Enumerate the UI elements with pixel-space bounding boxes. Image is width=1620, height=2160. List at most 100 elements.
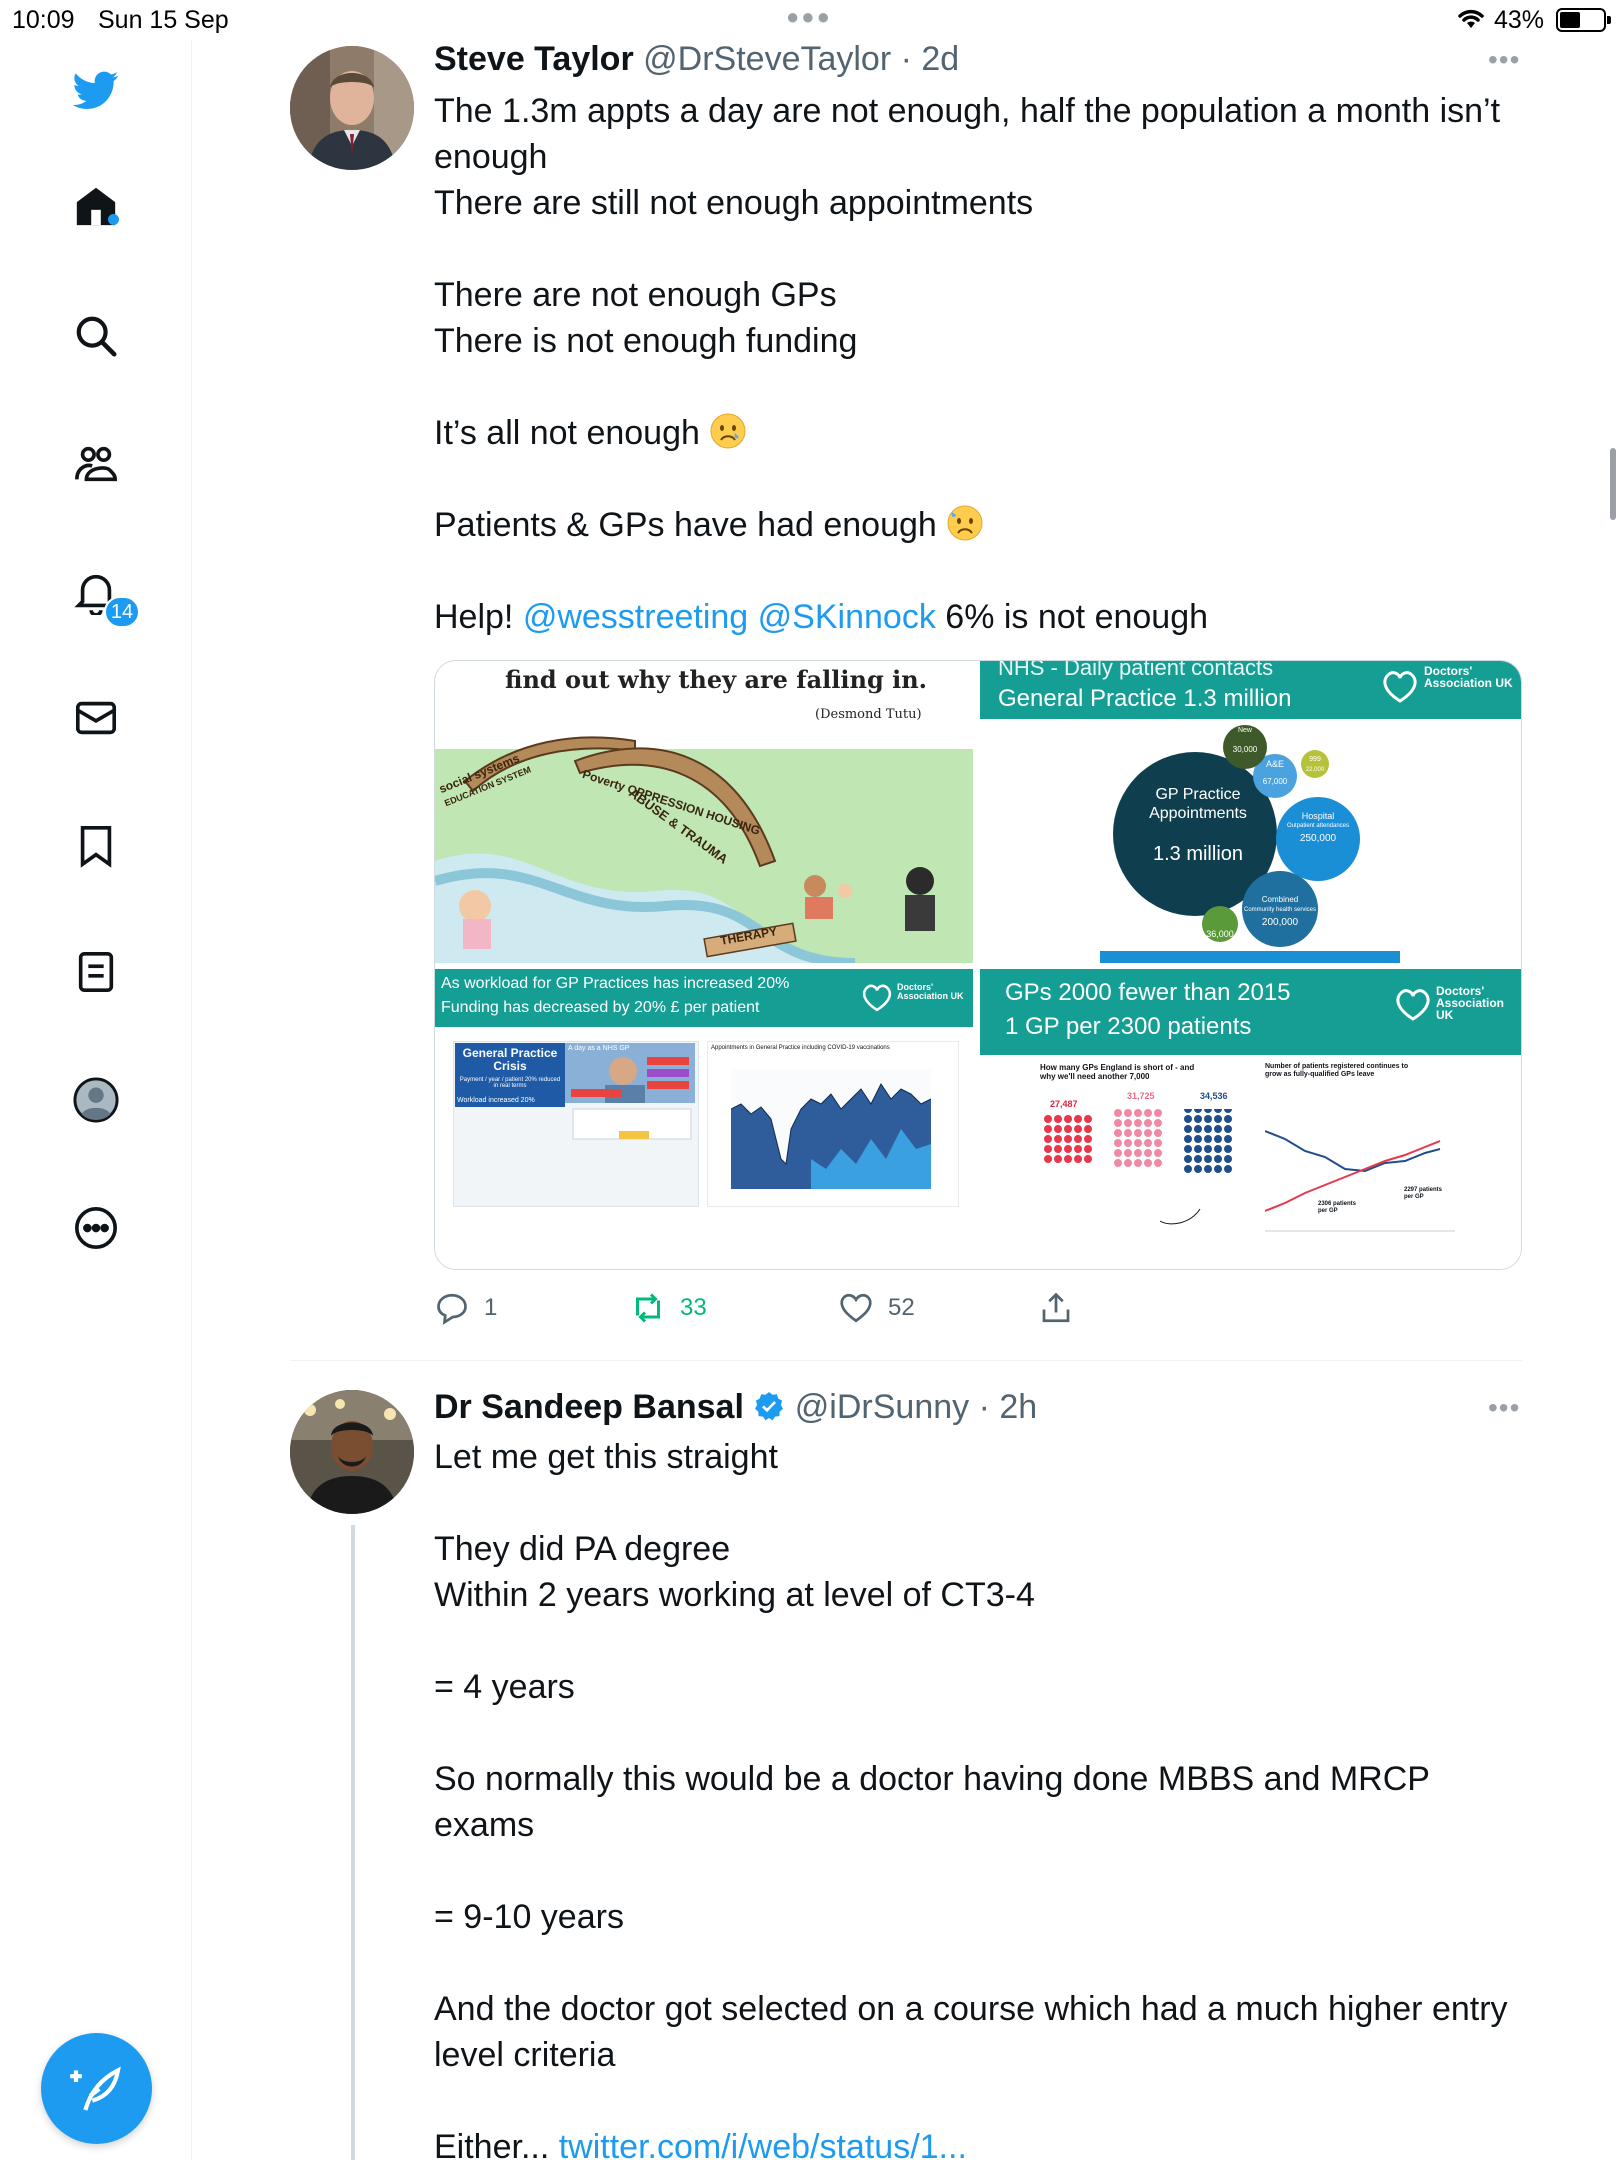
reply-button[interactable]: 1	[434, 1290, 497, 1326]
bubble-new-value: 30,000	[1232, 745, 1258, 754]
retweet-count: 33	[680, 1294, 707, 1321]
profile-icon[interactable]	[70, 1074, 122, 1126]
author-name[interactable]: Dr Sandeep Bansal	[434, 1388, 744, 1426]
tweet-line-link: Either... twitter.com/i/web/status/1...	[434, 2124, 1524, 2160]
verified-badge-icon	[753, 1390, 785, 1422]
reply-count: 1	[484, 1294, 498, 1321]
status-time: 10:09	[12, 6, 75, 34]
mention-link[interactable]: @wesstreeting	[523, 598, 748, 636]
lists-icon[interactable]	[70, 946, 122, 998]
tweet-header: Steve Taylor @DrSteveTaylor · 2d	[434, 40, 959, 79]
workload-line2: Funding has decreased by 20% £ per patie…	[441, 999, 760, 1016]
tweet-line: There are still not enough appointments	[434, 184, 1034, 222]
media-image-gp-shortage[interactable]: GPs 2000 fewer than 2015 1 GP per 2300 p…	[980, 969, 1521, 1269]
tweet-line: It’s all not enough	[434, 414, 700, 452]
thread-connector-line	[351, 1525, 355, 2160]
bubble-new-label: New	[1237, 727, 1252, 734]
tweet-more-options-icon[interactable]: •••	[1488, 44, 1520, 76]
tweet-line: = 4 years	[434, 1668, 575, 1706]
author-handle[interactable]: @iDrSunny	[795, 1388, 969, 1426]
dauk-heart-icon	[862, 984, 892, 1012]
bubble-community-sub: Community health services	[1243, 907, 1317, 913]
tweet-header: Dr Sandeep Bansal @iDrSunny · 2h	[434, 1388, 1037, 1427]
media-image-nhs-contacts[interactable]: NHS - Daily patient contacts General Pra…	[980, 661, 1521, 963]
scrollbar-thumb[interactable]	[1610, 448, 1616, 520]
compose-feather-icon	[69, 2066, 121, 2111]
patients-title: Number of patients registered continues …	[1265, 1063, 1409, 1078]
mention-link[interactable]: @SKinnock	[758, 598, 936, 636]
cartoon-quote: find out why they are falling in.	[505, 665, 928, 694]
bubble-hospital-label: Hospital	[1301, 811, 1335, 821]
avatar-sandeep-bansal[interactable]	[290, 1390, 414, 1514]
media-image-cartoon[interactable]: find out why they are falling in. (Desmo…	[435, 661, 973, 963]
author-name[interactable]: Steve Taylor	[434, 40, 634, 78]
status-date: Sun 15 Sep	[98, 6, 229, 34]
retweet-button[interactable]: 33	[630, 1290, 707, 1326]
twitter-logo-icon[interactable]	[70, 64, 122, 116]
gp-short-v2: 31,725	[1127, 1091, 1155, 1101]
tweet-time[interactable]: · 2d	[901, 40, 960, 78]
crying-face-emoji-icon	[709, 412, 747, 450]
status-link[interactable]: twitter.com/i/web/status/1...	[559, 2128, 967, 2160]
status-bar: 10:09 Sun 15 Sep ●●● 43%	[0, 0, 1620, 40]
dauk-name: Doctors' Association UK	[1436, 984, 1505, 1022]
nhs-title: NHS - Daily patient contacts	[998, 661, 1274, 680]
tweet-line: = 9-10 years	[434, 1898, 624, 1936]
share-button[interactable]	[1038, 1290, 1074, 1326]
gp-fewer-line1: GPs 2000 fewer than 2015	[1005, 979, 1291, 1006]
bookmarks-icon[interactable]	[70, 820, 122, 872]
tweet-line: The 1.3m appts a day are not enough, hal…	[434, 92, 1501, 176]
avatar-steve-taylor[interactable]	[290, 46, 414, 170]
compose-tweet-button[interactable]	[41, 2033, 152, 2144]
like-count: 52	[888, 1294, 915, 1321]
communities-icon[interactable]	[70, 438, 122, 490]
tweet-body: Let me get this straight They did PA deg…	[434, 1434, 1524, 2160]
wifi-icon	[1456, 6, 1486, 37]
messages-envelope-icon[interactable]	[70, 692, 122, 744]
tweet-body: The 1.3m appts a day are not enough, hal…	[434, 88, 1524, 640]
tweet-line: There are not enough GPs	[434, 276, 837, 314]
gp-short-v3: 34,536	[1200, 1091, 1228, 1101]
tweet-more-options-icon[interactable]: •••	[1488, 1392, 1520, 1424]
appt-chart-title: Appointments in General Practice includi…	[711, 1045, 890, 1051]
tweet-line: And the doctor got selected on a course …	[434, 1990, 1508, 2074]
tweet-line: Patients & GPs have had enough	[434, 506, 937, 544]
patients-label2: 2297 patients per GP	[1404, 1187, 1443, 1200]
tweet-line: They did PA degree	[434, 1530, 731, 1568]
dauk-heart-icon	[1396, 989, 1430, 1021]
either-text: Either...	[434, 2128, 550, 2160]
crisis-sub: Payment / year / patient 20% reduced in …	[459, 1077, 561, 1089]
help-suffix: 6% is not enough	[945, 598, 1209, 636]
bubble-hospital-sub: Outpatient attendances	[1286, 823, 1350, 829]
search-icon[interactable]	[70, 310, 122, 362]
tweet-time[interactable]: · 2h	[979, 1388, 1038, 1426]
tweet-media-grid[interactable]: find out why they are falling in. (Desmo…	[434, 660, 1522, 1270]
gp-short-v1: 27,487	[1050, 1099, 1078, 1109]
notifications-badge: 14	[104, 596, 140, 628]
crisis-title: General Practice Crisis	[462, 1046, 558, 1073]
tweet-line: Within 2 years working at level of CT3-4	[434, 1576, 1035, 1614]
tweet-line: Let me get this straight	[434, 1438, 778, 1476]
more-options-icon[interactable]	[70, 1202, 122, 1254]
gp-short-title: How many GPs England is short of - and w…	[1040, 1063, 1195, 1081]
tweet-line-with-emoji: Patients & GPs have had enough	[434, 502, 1524, 548]
dauk-name: Doctors' Association UK	[1424, 664, 1513, 690]
bubble-small-value: 36,000	[1206, 929, 1234, 939]
crisis-sub2: Workload increased 20%	[457, 1097, 535, 1104]
sidebar: 14	[0, 40, 192, 2160]
help-text: Help!	[434, 598, 514, 636]
tweet-line: There is not enough funding	[434, 322, 858, 360]
bubble-hospital-value: 250,000	[1299, 833, 1337, 844]
like-button[interactable]: 52	[838, 1290, 915, 1326]
patients-label1: 2306 patients per GP	[1318, 1201, 1357, 1214]
bubble-999-label: 999	[1309, 756, 1321, 763]
multitasking-dots-icon[interactable]: ●●●	[786, 4, 832, 30]
dauk-name: Doctors' Association UK	[897, 982, 964, 1001]
bubble-community-label: Combined	[1261, 895, 1299, 904]
author-handle[interactable]: @DrSteveTaylor	[643, 40, 891, 78]
retweet-icon	[636, 1293, 660, 1323]
bubble-main-value: 1.3 million	[1152, 843, 1244, 865]
media-image-workload-funding[interactable]: As workload for GP Practices has increas…	[435, 969, 973, 1269]
nhs-subtitle: General Practice 1.3 million	[998, 685, 1292, 712]
bubble-community-value: 200,000	[1261, 917, 1299, 928]
